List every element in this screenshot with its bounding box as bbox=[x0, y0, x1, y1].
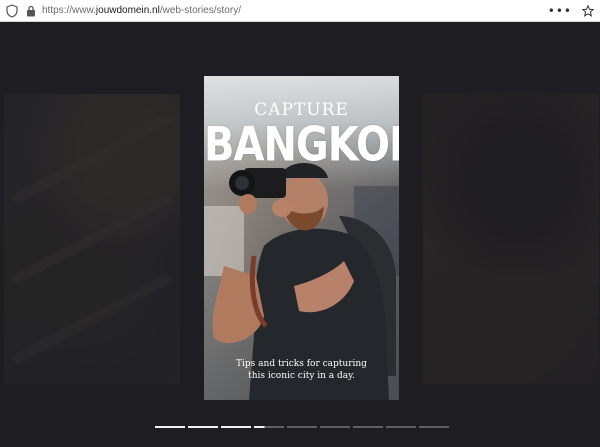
story-kicker: CAPTURE bbox=[254, 100, 349, 120]
bookmark-star-icon[interactable] bbox=[582, 4, 594, 17]
url-text[interactable]: https://www.jouwdomein.nl/web-stories/st… bbox=[42, 5, 241, 16]
story-headline: BANGKOK bbox=[204, 118, 399, 173]
story-progress-bar bbox=[155, 426, 449, 429]
story-caption: Tips and tricks for capturing this iconi… bbox=[224, 358, 379, 382]
progress-segment[interactable] bbox=[221, 426, 251, 428]
progress-segment[interactable] bbox=[419, 426, 449, 428]
progress-segment[interactable] bbox=[386, 426, 416, 428]
progress-segment[interactable] bbox=[254, 426, 284, 428]
progress-segment[interactable] bbox=[353, 426, 383, 428]
progress-segment[interactable] bbox=[155, 426, 185, 428]
story-page[interactable]: CAPTURE BANGKOK Tips and tricks for capt… bbox=[204, 76, 399, 400]
caption-line: this iconic city in a day. bbox=[248, 371, 355, 381]
preview-texture bbox=[11, 273, 173, 365]
progress-segment[interactable] bbox=[188, 426, 218, 428]
shield-icon[interactable] bbox=[5, 3, 19, 18]
lock-icon[interactable] bbox=[26, 5, 36, 17]
browser-address-bar[interactable]: https://www.jouwdomein.nl/web-stories/st… bbox=[0, 0, 600, 22]
preview-texture bbox=[11, 113, 173, 205]
progress-segment[interactable] bbox=[320, 426, 350, 428]
preview-texture bbox=[11, 193, 173, 285]
progress-segment[interactable] bbox=[287, 426, 317, 428]
previous-story-preview[interactable] bbox=[4, 94, 180, 384]
url-host: jouwdomein.nl bbox=[95, 5, 160, 16]
next-story-preview[interactable] bbox=[423, 94, 599, 384]
caption-line: Tips and tricks for capturing bbox=[236, 359, 367, 369]
url-prefix: https://www. bbox=[42, 5, 96, 16]
url-path: /web-stories/story/ bbox=[159, 5, 241, 16]
story-viewer: CAPTURE BANGKOK Tips and tricks for capt… bbox=[0, 22, 600, 447]
menu-dots-icon[interactable]: ••• bbox=[548, 5, 572, 17]
